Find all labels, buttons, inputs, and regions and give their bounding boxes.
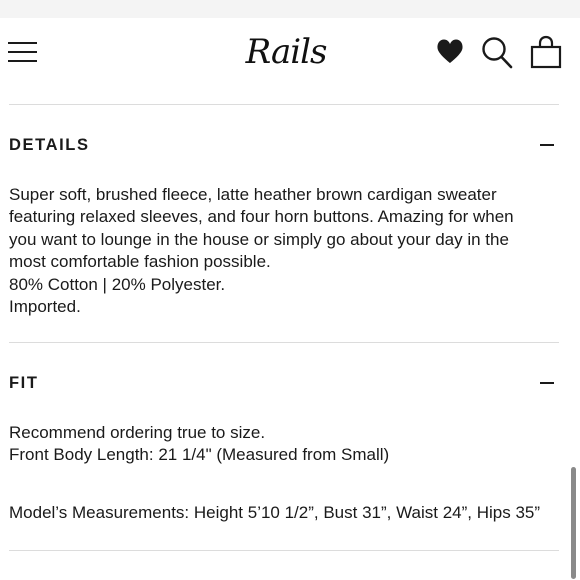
details-description: Super soft, brushed fleece, latte heathe… — [9, 184, 569, 318]
status-bar — [0, 0, 580, 18]
heart-icon[interactable] — [435, 38, 465, 64]
brand-logo[interactable]: Rails — [236, 30, 336, 74]
search-icon[interactable] — [481, 35, 513, 69]
details-heading[interactable]: DETAILS — [9, 136, 90, 155]
details-line: Super soft, brushed fleece, latte heathe… — [9, 185, 497, 204]
details-line: 80% Cotton | 20% Polyester. — [9, 274, 226, 294]
details-line: featuring relaxed sleeves, and four horn… — [9, 207, 514, 227]
minus-icon[interactable] — [538, 374, 556, 392]
scrollbar[interactable] — [571, 467, 576, 579]
details-line: most comfortable fashion possible. — [9, 252, 271, 272]
fit-line: Recommend ordering true to size. — [9, 423, 266, 442]
model-measurements: Model’s Measurements: Height 5’10 1/2”, … — [9, 502, 569, 524]
details-line: you want to lounge in the house or simpl… — [9, 229, 509, 249]
bag-icon[interactable] — [530, 35, 562, 69]
fit-heading[interactable]: FIT — [9, 374, 39, 393]
divider — [9, 104, 559, 105]
minus-icon[interactable] — [538, 136, 556, 154]
details-line: Imported. — [9, 297, 81, 317]
menu-icon[interactable] — [8, 40, 38, 64]
divider — [9, 550, 559, 551]
site-header: Rails — [0, 18, 580, 88]
model-measurements-line: Model’s Measurements: Height 5’10 1/2”, … — [9, 503, 541, 522]
divider — [9, 342, 559, 343]
fit-line: Front Body Length: 21 1/4" (Measured fro… — [9, 445, 390, 465]
fit-description: Recommend ordering true to size. Front B… — [9, 422, 569, 467]
